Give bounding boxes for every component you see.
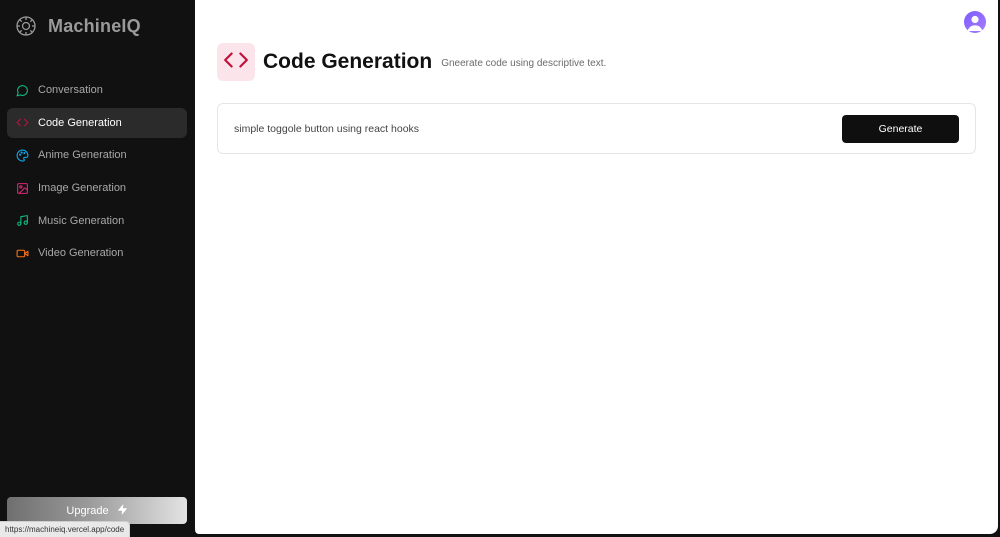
page-title: Code Generation <box>263 50 433 73</box>
page-header: Code Generation Gneerate code using desc… <box>217 43 606 81</box>
sidebar-item-code-generation[interactable]: Code Generation <box>7 107 187 138</box>
sidebar-nav: Conversation Code Generation Anime Gener… <box>7 75 187 271</box>
music-icon <box>15 214 29 228</box>
prompt-form: Generate <box>217 103 976 154</box>
upgrade-label: Upgrade <box>66 504 109 517</box>
sidebar: MachineIQ Conversation Code Generation A… <box>0 0 195 537</box>
user-avatar[interactable] <box>964 11 986 33</box>
brand-name: MachineIQ <box>48 15 141 36</box>
palette-icon <box>15 148 29 162</box>
image-icon <box>15 181 29 195</box>
page-subtitle: Gneerate code using descriptive text. <box>441 58 607 69</box>
status-bar-url: https://machineiq.vercel.app/code <box>0 521 131 537</box>
sidebar-item-music-generation[interactable]: Music Generation <box>7 206 187 236</box>
sidebar-item-conversation[interactable]: Conversation <box>7 75 187 105</box>
generate-button[interactable]: Generate <box>842 115 959 143</box>
lightning-icon <box>117 504 128 518</box>
sidebar-item-video-generation[interactable]: Video Generation <box>7 238 187 268</box>
sidebar-item-label: Anime Generation <box>38 149 127 162</box>
chat-bubble-icon <box>15 83 29 97</box>
brain-gear-icon <box>14 14 38 38</box>
prompt-input[interactable] <box>234 119 794 139</box>
sidebar-item-label: Music Generation <box>38 214 125 227</box>
user-icon <box>967 15 983 31</box>
sidebar-item-label: Image Generation <box>38 182 127 195</box>
code-icon <box>223 47 249 78</box>
sidebar-item-image-generation[interactable]: Image Generation <box>7 173 187 203</box>
main-panel: Code Generation Gneerate code using desc… <box>195 0 998 534</box>
sidebar-item-anime-generation[interactable]: Anime Generation <box>7 140 187 170</box>
video-icon <box>15 246 29 260</box>
sidebar-item-label: Conversation <box>38 84 103 96</box>
header-icon-box <box>217 43 255 81</box>
sidebar-item-label: Video Generation <box>38 247 124 260</box>
app-window: MachineIQ Conversation Code Generation A… <box>0 0 1000 537</box>
brand[interactable]: MachineIQ <box>14 14 141 38</box>
upgrade-button[interactable]: Upgrade <box>7 497 187 524</box>
sidebar-item-label: Code Generation <box>38 116 122 129</box>
code-icon <box>15 116 29 130</box>
